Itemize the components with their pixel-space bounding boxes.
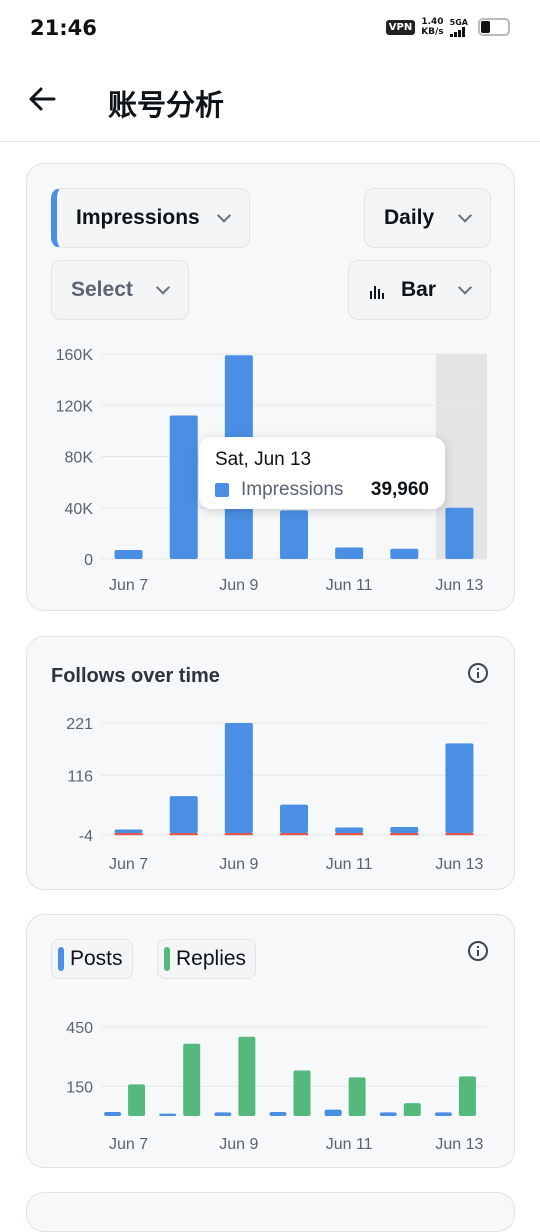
bar bbox=[434, 1112, 452, 1116]
bar bbox=[169, 796, 198, 834]
y-tick-label: -4 bbox=[79, 828, 93, 845]
battery-icon bbox=[478, 18, 510, 36]
bar-negative bbox=[114, 833, 143, 836]
x-tick-label: Jun 11 bbox=[326, 1136, 373, 1153]
status-indicators: VPN 1.40 KB/s 5GA bbox=[385, 17, 510, 37]
tooltip-date: Sat, Jun 13 bbox=[215, 449, 312, 470]
bar bbox=[445, 743, 474, 834]
bar-negative bbox=[390, 833, 419, 836]
bar bbox=[390, 548, 419, 559]
x-tick-label: Jun 9 bbox=[219, 577, 258, 594]
x-tick-label: Jun 11 bbox=[326, 577, 373, 594]
bar-negative bbox=[445, 833, 474, 836]
bar bbox=[183, 1043, 201, 1116]
posts-replies-card: Posts Replies 150 450 Jun 7 Jun 9 Jun 11 Jun … bbox=[26, 914, 515, 1168]
status-time: 21:46 bbox=[30, 16, 97, 40]
bar bbox=[238, 1036, 256, 1116]
impressions-chart[interactable]: 0 40K 80K 120K 160K Jun 7 Jun 9 Jun 11 Jun 13 bbox=[27, 164, 516, 612]
x-tick-label: Jun 13 bbox=[435, 856, 483, 873]
follows-card: Follows over time -4 116 221 Jun 7 Jun 9 Jun … bbox=[26, 636, 515, 890]
bar bbox=[390, 827, 419, 834]
bar bbox=[114, 829, 143, 834]
signal-icon: 5GA bbox=[449, 17, 468, 37]
network-type: 5GA bbox=[449, 17, 468, 27]
bar bbox=[335, 547, 364, 559]
bar bbox=[280, 804, 308, 834]
network-speed: 1.40 KB/s bbox=[421, 17, 443, 37]
posts-replies-chart[interactable]: 150 450 Jun 7 Jun 9 Jun 11 Jun 13 bbox=[27, 915, 516, 1169]
signal-bars bbox=[449, 26, 468, 37]
bar-negative bbox=[224, 833, 253, 836]
x-tick-label: Jun 13 bbox=[435, 577, 483, 594]
bar bbox=[280, 510, 308, 559]
x-tick-label: Jun 7 bbox=[109, 1136, 148, 1153]
page-title: 账号分析 bbox=[108, 88, 225, 122]
y-tick-label: 450 bbox=[66, 1020, 93, 1037]
arrow-left-icon bbox=[29, 87, 56, 111]
x-tick-label: Jun 11 bbox=[326, 856, 373, 873]
y-tick-label: 120K bbox=[56, 398, 94, 415]
page-header: 账号分析 bbox=[0, 58, 540, 142]
status-bar: 21:46 VPN 1.40 KB/s 5GA bbox=[0, 0, 540, 58]
bar bbox=[269, 1112, 287, 1116]
bar bbox=[293, 1070, 311, 1116]
impressions-card: Impressions Daily Select Bar 0 40K 80K 120K… bbox=[26, 163, 515, 611]
bar bbox=[335, 827, 364, 834]
y-tick-label: 150 bbox=[66, 1079, 93, 1096]
bar-negative bbox=[280, 833, 308, 836]
chart-tooltip: Sat, Jun 13 Impressions 39,960 bbox=[199, 437, 445, 509]
x-tick-label: Jun 7 bbox=[109, 577, 148, 594]
follows-chart[interactable]: -4 116 221 Jun 7 Jun 9 Jun 11 Jun 13 bbox=[27, 637, 516, 891]
y-tick-label: 0 bbox=[84, 552, 93, 569]
y-tick-label: 221 bbox=[66, 716, 93, 733]
bar bbox=[104, 1112, 122, 1116]
bar bbox=[224, 723, 253, 834]
bar bbox=[214, 1112, 232, 1116]
y-tick-label: 160K bbox=[56, 347, 94, 364]
x-tick-label: Jun 9 bbox=[219, 856, 258, 873]
bar bbox=[379, 1112, 397, 1116]
bar bbox=[324, 1109, 342, 1116]
bar bbox=[114, 550, 143, 559]
network-speed-unit: KB/s bbox=[421, 27, 444, 37]
bar bbox=[159, 1113, 177, 1116]
tooltip-swatch bbox=[215, 483, 229, 497]
x-tick-label: Jun 13 bbox=[435, 1136, 483, 1153]
y-tick-label: 40K bbox=[65, 501, 94, 518]
network-speed-value: 1.40 bbox=[421, 17, 444, 27]
bar-negative bbox=[169, 833, 198, 836]
bar bbox=[445, 507, 474, 559]
y-tick-label: 80K bbox=[65, 450, 94, 467]
x-tick-label: Jun 9 bbox=[219, 1136, 258, 1153]
next-card bbox=[26, 1192, 515, 1232]
vpn-badge: VPN bbox=[385, 19, 416, 35]
y-tick-label: 116 bbox=[67, 768, 93, 785]
tooltip-value: 39,960 bbox=[370, 479, 429, 500]
bar bbox=[348, 1077, 366, 1116]
x-tick-label: Jun 7 bbox=[109, 856, 148, 873]
bar bbox=[128, 1084, 146, 1116]
bar bbox=[458, 1076, 476, 1116]
tooltip-series-label: Impressions bbox=[241, 479, 344, 500]
back-button[interactable] bbox=[26, 82, 60, 116]
bar bbox=[403, 1103, 421, 1116]
bar bbox=[169, 415, 198, 559]
bar-negative bbox=[335, 833, 364, 836]
